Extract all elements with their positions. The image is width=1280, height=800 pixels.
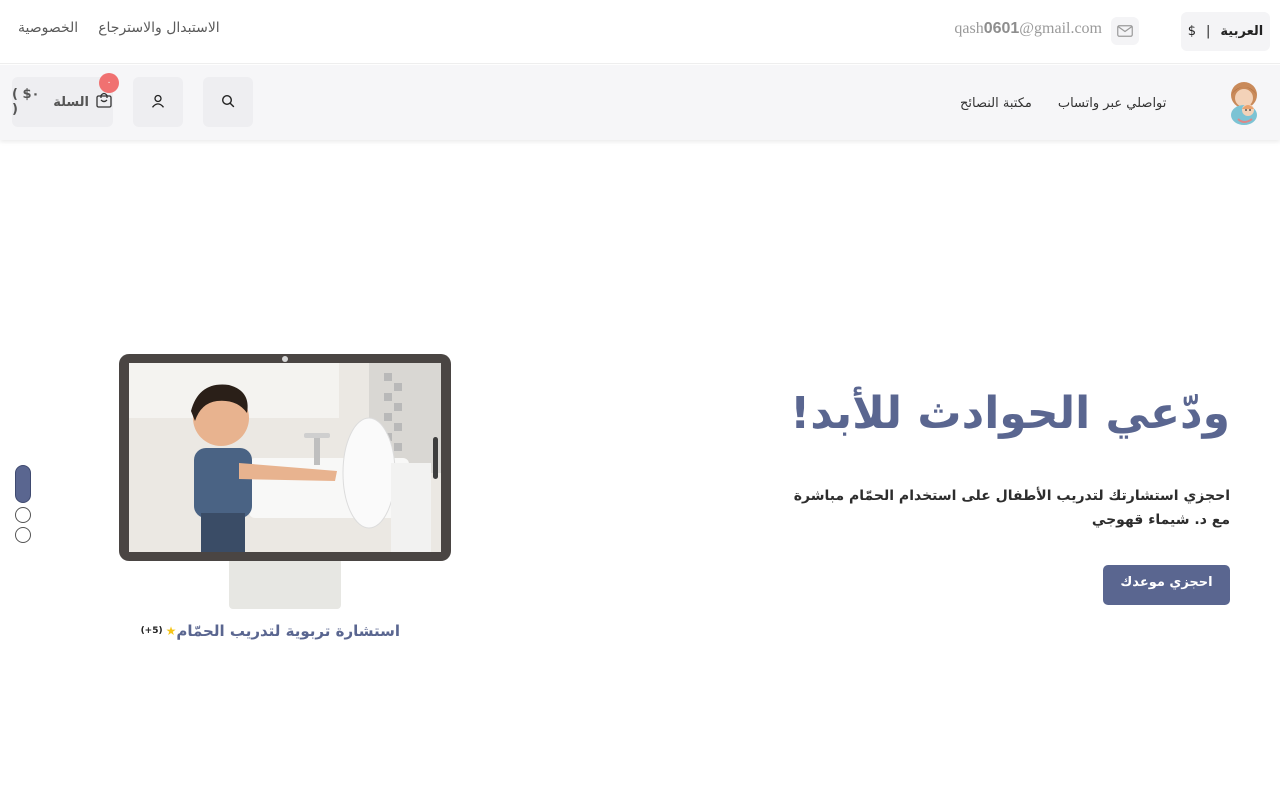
cart-button[interactable]: السلة ( $٠ ): [12, 77, 113, 127]
hero-subtitle: احجزي استشارتك لتدريب الأطفال على استخدا…: [793, 488, 1230, 528]
hero-product-image: [129, 363, 441, 552]
language-currency-switcher[interactable]: $ | العربية: [1181, 12, 1270, 51]
cart-label: السلة: [53, 94, 89, 110]
nav-links: تواصلي عبر واتساب مكتبة النصائح: [960, 96, 1166, 111]
nav-whatsapp-link[interactable]: تواصلي عبر واتساب: [1058, 96, 1167, 111]
account-button[interactable]: [133, 77, 183, 127]
search-button[interactable]: [203, 77, 253, 127]
top-links: الخصوصية الاستبدال والاسترجاع: [18, 20, 220, 36]
monitor-frame: [119, 354, 451, 561]
returns-link[interactable]: الاستبدال والاسترجاع: [98, 20, 220, 36]
user-icon: [151, 93, 165, 112]
cart-amount: ( $٠ ): [12, 87, 40, 117]
email-domain: @gmail.com: [1019, 20, 1102, 37]
email-prefix: qash: [954, 20, 984, 37]
cart-icon: [95, 91, 113, 113]
star-icon: ★: [165, 624, 177, 638]
site-logo[interactable]: [1226, 79, 1262, 127]
hero-title: ودّعي الحوادث للأبد!: [790, 388, 1230, 439]
currency-label[interactable]: $: [1188, 24, 1196, 39]
monitor-camera-dot: [282, 356, 288, 362]
email-number: 0601: [983, 20, 1020, 37]
rating-count: (+5): [140, 626, 163, 636]
image-scrollbar: [433, 367, 439, 547]
product-rating: (+5) ★: [141, 624, 177, 638]
cart-count-badge: ٠: [99, 73, 119, 93]
product-caption-title: استشارة تربوية لتدريب الحمّام: [176, 622, 400, 640]
privacy-link[interactable]: الخصوصية: [18, 20, 78, 36]
contact-email[interactable]: qash0601@gmail.com: [940, 20, 1102, 38]
top-bar: $ | العربية qash0601@gmail.com الخصوصية …: [0, 0, 1280, 64]
language-label[interactable]: العربية: [1220, 24, 1263, 39]
slider-dot-active[interactable]: [15, 465, 31, 503]
mail-icon: [1111, 17, 1139, 45]
slider-dot[interactable]: [15, 507, 31, 523]
nav-tips-library-link[interactable]: مكتبة النصائح: [960, 96, 1032, 111]
slider-pagination: [15, 465, 31, 543]
monitor-stand: [229, 561, 341, 609]
slider-dot[interactable]: [15, 527, 31, 543]
switcher-separator: |: [1206, 24, 1211, 39]
book-appointment-button[interactable]: احجزي موعدك: [1103, 565, 1230, 605]
product-caption[interactable]: استشارة تربوية لتدريب الحمّام (+5) ★: [141, 622, 400, 640]
main-navbar: تواصلي عبر واتساب مكتبة النصائح السلة ( …: [0, 65, 1280, 140]
search-icon: [221, 93, 235, 112]
